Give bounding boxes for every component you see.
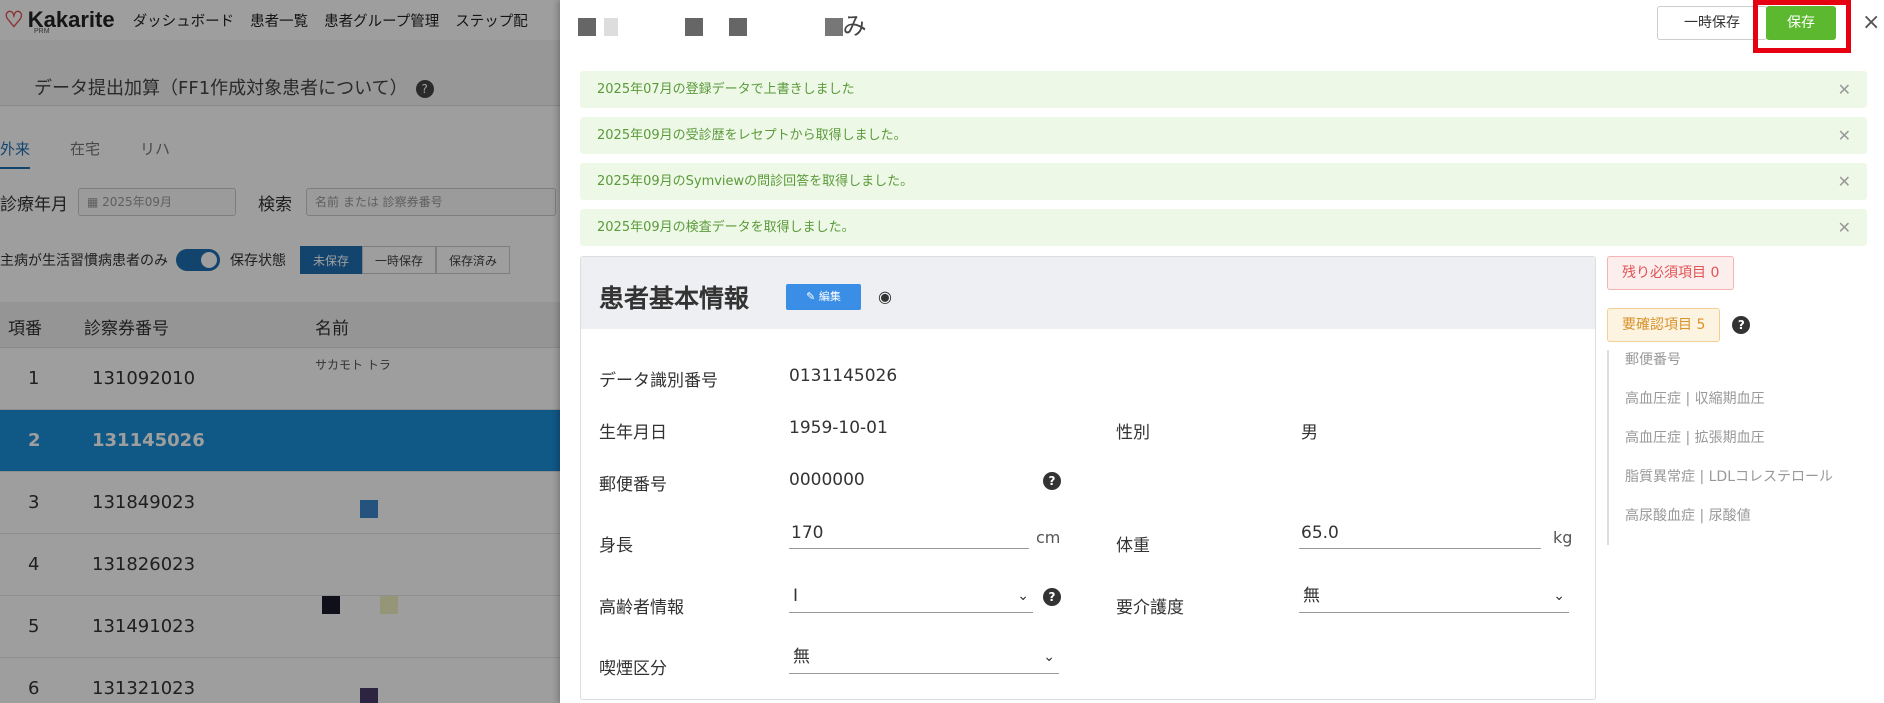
- alert-list: 2025年07月の登録データで上書きしました ✕ 2025年09月の受診歴をレセプ…: [580, 71, 1867, 255]
- redacted-block: [603, 18, 618, 36]
- elderly-select[interactable]: I ⌄: [789, 581, 1033, 613]
- status-panel: 残り必須項目 0 要確認項目 5 ? 郵便番号 高血圧症 | 収縮期血圧 高血圧…: [1607, 256, 1867, 545]
- care-label: 要介護度: [1116, 598, 1184, 618]
- height-input[interactable]: 170: [789, 519, 1029, 549]
- card-title: 患者基本情報: [599, 284, 750, 313]
- required-remaining-badge: 残り必須項目 0: [1607, 256, 1735, 290]
- check-item[interactable]: 高血圧症 | 収縮期血圧: [1625, 389, 1847, 410]
- redacted-block: [578, 18, 596, 36]
- elderly-value: I: [793, 586, 799, 606]
- card-header: 患者基本情報 ✎ 編集 ◉: [581, 257, 1595, 329]
- sex-value: 男: [1301, 423, 1318, 443]
- check-item[interactable]: 脂質異常症 | LDLコレステロール: [1625, 467, 1847, 488]
- height-unit: cm: [1036, 528, 1061, 547]
- weight-label: 体重: [1116, 536, 1150, 556]
- data-id-label: データ識別番号: [599, 371, 718, 391]
- height-label: 身長: [599, 536, 633, 556]
- data-id-value: 0131145026: [789, 366, 898, 386]
- redacted-block: [728, 18, 747, 36]
- patient-drawer: み 一時保存 保存 × 2025年07月の登録データで上書きしました ✕ 2025…: [560, 0, 1884, 703]
- check-item[interactable]: 高尿酸血症 | 尿酸値: [1625, 506, 1847, 527]
- birth-value: 1959-10-01: [789, 418, 888, 438]
- elderly-label: 高齢者情報: [599, 598, 684, 618]
- needs-check-row: 要確認項目 5 ?: [1607, 308, 1867, 342]
- edit-label: 編集: [818, 290, 841, 303]
- patient-name-text: み: [842, 12, 867, 40]
- alert-text: 2025年09月の受診歴をレセプトから取得しました。: [597, 128, 907, 143]
- weight-unit: kg: [1553, 528, 1573, 547]
- check-item[interactable]: 郵便番号: [1625, 350, 1847, 371]
- weight-input[interactable]: 65.0: [1299, 519, 1541, 549]
- close-icon[interactable]: ✕: [1838, 209, 1851, 246]
- drawer-header: み 一時保存 保存 ×: [560, 0, 1884, 53]
- edit-button[interactable]: ✎ 編集: [786, 284, 861, 310]
- alert-item: 2025年07月の登録データで上書きしました ✕: [580, 71, 1867, 108]
- alert-text: 2025年07月の登録データで上書きしました: [597, 82, 855, 97]
- care-select[interactable]: 無 ⌄: [1299, 581, 1569, 613]
- chevron-down-icon: ⌄: [1017, 588, 1029, 604]
- smoking-label: 喫煙区分: [599, 659, 667, 679]
- alert-item: 2025年09月の検査データを取得しました。 ✕: [580, 209, 1867, 246]
- patient-info-card: 患者基本情報 ✎ 編集 ◉ データ識別番号 0131145026 生年月日 19…: [580, 256, 1596, 700]
- close-icon[interactable]: ✕: [1838, 71, 1851, 108]
- alert-item: 2025年09月のSymviewの問診回答を取得しました。 ✕: [580, 163, 1867, 200]
- redacted-block: [824, 18, 843, 36]
- close-icon[interactable]: ✕: [1838, 117, 1851, 154]
- chevron-down-icon: ⌄: [1553, 588, 1565, 604]
- smoking-value: 無: [793, 647, 810, 667]
- smoking-select[interactable]: 無 ⌄: [789, 642, 1059, 674]
- check-item-list: 郵便番号 高血圧症 | 収縮期血圧 高血圧症 | 拡張期血圧 脂質異常症 | L…: [1607, 350, 1847, 545]
- pencil-icon: ✎: [806, 290, 819, 303]
- zip-help-icon[interactable]: ?: [1043, 472, 1061, 490]
- elderly-help-icon[interactable]: ?: [1043, 588, 1061, 606]
- save-button[interactable]: 保存: [1766, 6, 1836, 40]
- patient-name: み: [578, 6, 867, 41]
- eye-icon[interactable]: ◉: [878, 287, 892, 306]
- sex-label: 性別: [1116, 423, 1150, 443]
- needs-check-badge: 要確認項目 5: [1607, 308, 1721, 342]
- birth-label: 生年月日: [599, 423, 667, 443]
- close-icon[interactable]: ✕: [1838, 163, 1851, 200]
- redacted-block: [685, 18, 704, 36]
- help-icon[interactable]: ?: [1732, 316, 1751, 334]
- close-icon[interactable]: ×: [1862, 10, 1880, 35]
- alert-text: 2025年09月のSymviewの問診回答を取得しました。: [597, 174, 914, 189]
- zip-value: 0000000: [789, 470, 865, 490]
- care-value: 無: [1303, 586, 1320, 606]
- alert-item: 2025年09月の受診歴をレセプトから取得しました。 ✕: [580, 117, 1867, 154]
- check-item[interactable]: 高血圧症 | 拡張期血圧: [1625, 428, 1847, 449]
- zip-label: 郵便番号: [599, 475, 667, 495]
- chevron-down-icon: ⌄: [1043, 649, 1055, 665]
- alert-text: 2025年09月の検査データを取得しました。: [597, 220, 855, 235]
- temp-save-button[interactable]: 一時保存: [1657, 6, 1767, 40]
- modal-backdrop[interactable]: [0, 0, 560, 703]
